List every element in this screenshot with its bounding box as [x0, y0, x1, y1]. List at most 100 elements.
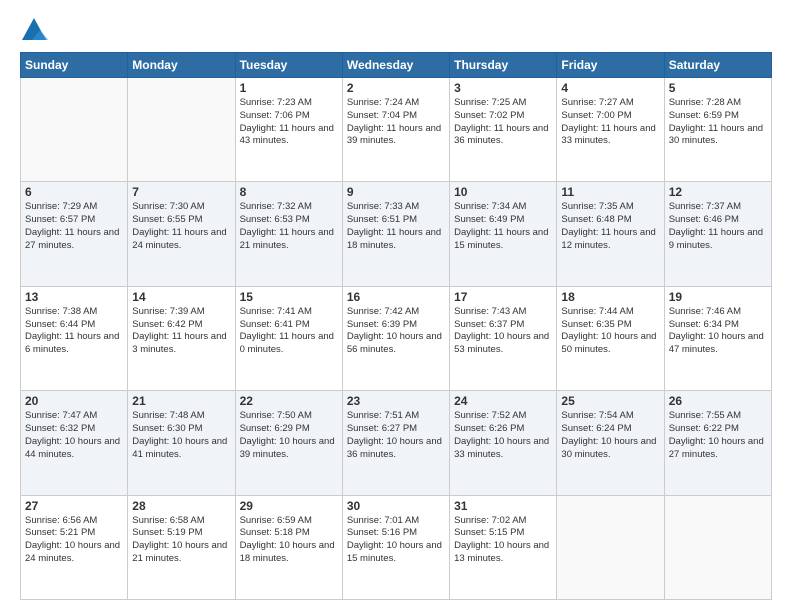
calendar-day-cell: 20 Sunrise: 7:47 AM Sunset: 6:32 PM Dayli…: [21, 391, 128, 495]
calendar-day-cell: 12 Sunrise: 7:37 AM Sunset: 6:46 PM Dayli…: [664, 182, 771, 286]
logo-icon: [20, 16, 48, 44]
day-number: 16: [347, 290, 445, 304]
calendar-day-cell: 23Sunrise: 7:51 AM Sunset: 6:27 PM Dayli…: [342, 391, 449, 495]
day-number: 25: [561, 394, 659, 408]
calendar-day-cell: 11 Sunrise: 7:35 AM Sunset: 6:48 PM Dayli…: [557, 182, 664, 286]
calendar-day-cell: 13 Sunrise: 7:38 AM Sunset: 6:44 PM Dayli…: [21, 286, 128, 390]
calendar-week-row: 13 Sunrise: 7:38 AM Sunset: 6:44 PM Dayli…: [21, 286, 772, 390]
day-info: Sunrise: 7:37 AM Sunset: 6:46 PM Dayligh…: [669, 201, 767, 252]
calendar-day-cell: 27 Sunrise: 6:56 AM Sunset: 5:21 PM Dayli…: [21, 495, 128, 599]
day-number: 3: [454, 81, 552, 95]
day-info: Sunrise: 7:27 AM Sunset: 7:00 PM Dayligh…: [561, 97, 659, 148]
day-number: 18: [561, 290, 659, 304]
logo: [20, 16, 52, 44]
calendar-day-cell: 25 Sunrise: 7:54 AM Sunset: 6:24 PM Dayli…: [557, 391, 664, 495]
calendar-day-cell: 24Sunrise: 7:52 AM Sunset: 6:26 PM Dayli…: [450, 391, 557, 495]
day-info: Sunrise: 7:24 AM Sunset: 7:04 PM Dayligh…: [347, 97, 445, 148]
day-info: Sunrise: 7:38 AM Sunset: 6:44 PM Dayligh…: [25, 306, 123, 357]
day-info: Sunrise: 7:50 AM Sunset: 6:29 PM Dayligh…: [240, 410, 338, 461]
calendar-day-cell: [664, 495, 771, 599]
calendar-day-cell: 26Sunrise: 7:55 AM Sunset: 6:22 PM Dayli…: [664, 391, 771, 495]
calendar-day-cell: 17Sunrise: 7:43 AM Sunset: 6:37 PM Dayli…: [450, 286, 557, 390]
page-header: [20, 16, 772, 44]
calendar-day-cell: 19 Sunrise: 7:46 AM Sunset: 6:34 PM Dayli…: [664, 286, 771, 390]
calendar-day-cell: 2 Sunrise: 7:24 AM Sunset: 7:04 PM Daylig…: [342, 78, 449, 182]
day-info: Sunrise: 7:47 AM Sunset: 6:32 PM Dayligh…: [25, 410, 123, 461]
calendar-day-cell: 1Sunrise: 7:23 AM Sunset: 7:06 PM Daylig…: [235, 78, 342, 182]
day-number: 29: [240, 499, 338, 513]
day-number: 23: [347, 394, 445, 408]
calendar-day-cell: 7Sunrise: 7:30 AM Sunset: 6:55 PM Daylig…: [128, 182, 235, 286]
day-number: 2: [347, 81, 445, 95]
day-number: 22: [240, 394, 338, 408]
day-info: Sunrise: 7:46 AM Sunset: 6:34 PM Dayligh…: [669, 306, 767, 357]
day-number: 11: [561, 185, 659, 199]
day-info: Sunrise: 7:54 AM Sunset: 6:24 PM Dayligh…: [561, 410, 659, 461]
day-number: 30: [347, 499, 445, 513]
day-info: Sunrise: 7:41 AM Sunset: 6:41 PM Dayligh…: [240, 306, 338, 357]
calendar-day-header: Sunday: [21, 53, 128, 78]
day-number: 17: [454, 290, 552, 304]
calendar-day-cell: 6 Sunrise: 7:29 AM Sunset: 6:57 PM Daylig…: [21, 182, 128, 286]
calendar-day-cell: 21 Sunrise: 7:48 AM Sunset: 6:30 PM Dayli…: [128, 391, 235, 495]
calendar-day-cell: 4 Sunrise: 7:27 AM Sunset: 7:00 PM Daylig…: [557, 78, 664, 182]
day-number: 31: [454, 499, 552, 513]
calendar-day-cell: 10 Sunrise: 7:34 AM Sunset: 6:49 PM Dayli…: [450, 182, 557, 286]
day-number: 13: [25, 290, 123, 304]
calendar-day-cell: 22 Sunrise: 7:50 AM Sunset: 6:29 PM Dayli…: [235, 391, 342, 495]
calendar-day-cell: 30 Sunrise: 7:01 AM Sunset: 5:16 PM Dayli…: [342, 495, 449, 599]
day-number: 6: [25, 185, 123, 199]
calendar-day-cell: 14 Sunrise: 7:39 AM Sunset: 6:42 PM Dayli…: [128, 286, 235, 390]
calendar-day-header: Wednesday: [342, 53, 449, 78]
day-number: 19: [669, 290, 767, 304]
calendar-day-cell: 8 Sunrise: 7:32 AM Sunset: 6:53 PM Daylig…: [235, 182, 342, 286]
calendar-day-cell: [557, 495, 664, 599]
day-number: 24: [454, 394, 552, 408]
day-number: 1: [240, 81, 338, 95]
calendar-header-row: SundayMondayTuesdayWednesdayThursdayFrid…: [21, 53, 772, 78]
calendar-day-cell: 16 Sunrise: 7:42 AM Sunset: 6:39 PM Dayli…: [342, 286, 449, 390]
day-number: 15: [240, 290, 338, 304]
calendar-day-cell: 18 Sunrise: 7:44 AM Sunset: 6:35 PM Dayli…: [557, 286, 664, 390]
day-info: Sunrise: 7:33 AM Sunset: 6:51 PM Dayligh…: [347, 201, 445, 252]
day-info: Sunrise: 7:39 AM Sunset: 6:42 PM Dayligh…: [132, 306, 230, 357]
day-number: 8: [240, 185, 338, 199]
calendar-day-header: Saturday: [664, 53, 771, 78]
calendar-day-header: Thursday: [450, 53, 557, 78]
day-number: 20: [25, 394, 123, 408]
calendar-day-header: Tuesday: [235, 53, 342, 78]
day-number: 28: [132, 499, 230, 513]
calendar-day-header: Friday: [557, 53, 664, 78]
calendar-week-row: 6 Sunrise: 7:29 AM Sunset: 6:57 PM Daylig…: [21, 182, 772, 286]
calendar-day-cell: 15 Sunrise: 7:41 AM Sunset: 6:41 PM Dayli…: [235, 286, 342, 390]
calendar-day-cell: 29Sunrise: 6:59 AM Sunset: 5:18 PM Dayli…: [235, 495, 342, 599]
calendar-day-cell: 28Sunrise: 6:58 AM Sunset: 5:19 PM Dayli…: [128, 495, 235, 599]
day-number: 21: [132, 394, 230, 408]
day-info: Sunrise: 7:48 AM Sunset: 6:30 PM Dayligh…: [132, 410, 230, 461]
day-info: Sunrise: 7:42 AM Sunset: 6:39 PM Dayligh…: [347, 306, 445, 357]
day-number: 4: [561, 81, 659, 95]
calendar-week-row: 27 Sunrise: 6:56 AM Sunset: 5:21 PM Dayli…: [21, 495, 772, 599]
calendar-table: SundayMondayTuesdayWednesdayThursdayFrid…: [20, 52, 772, 600]
day-number: 14: [132, 290, 230, 304]
day-info: Sunrise: 7:02 AM Sunset: 5:15 PM Dayligh…: [454, 515, 552, 566]
day-number: 10: [454, 185, 552, 199]
day-info: Sunrise: 7:32 AM Sunset: 6:53 PM Dayligh…: [240, 201, 338, 252]
calendar-week-row: 1Sunrise: 7:23 AM Sunset: 7:06 PM Daylig…: [21, 78, 772, 182]
day-number: 26: [669, 394, 767, 408]
day-info: Sunrise: 7:01 AM Sunset: 5:16 PM Dayligh…: [347, 515, 445, 566]
day-info: Sunrise: 7:35 AM Sunset: 6:48 PM Dayligh…: [561, 201, 659, 252]
calendar-day-cell: 3 Sunrise: 7:25 AM Sunset: 7:02 PM Daylig…: [450, 78, 557, 182]
day-number: 27: [25, 499, 123, 513]
day-info: Sunrise: 7:29 AM Sunset: 6:57 PM Dayligh…: [25, 201, 123, 252]
calendar-day-cell: [21, 78, 128, 182]
calendar-week-row: 20 Sunrise: 7:47 AM Sunset: 6:32 PM Dayli…: [21, 391, 772, 495]
day-number: 7: [132, 185, 230, 199]
day-info: Sunrise: 7:44 AM Sunset: 6:35 PM Dayligh…: [561, 306, 659, 357]
day-number: 12: [669, 185, 767, 199]
calendar-day-cell: 9Sunrise: 7:33 AM Sunset: 6:51 PM Daylig…: [342, 182, 449, 286]
calendar-day-cell: [128, 78, 235, 182]
day-info: Sunrise: 6:56 AM Sunset: 5:21 PM Dayligh…: [25, 515, 123, 566]
day-info: Sunrise: 7:34 AM Sunset: 6:49 PM Dayligh…: [454, 201, 552, 252]
day-info: Sunrise: 7:25 AM Sunset: 7:02 PM Dayligh…: [454, 97, 552, 148]
